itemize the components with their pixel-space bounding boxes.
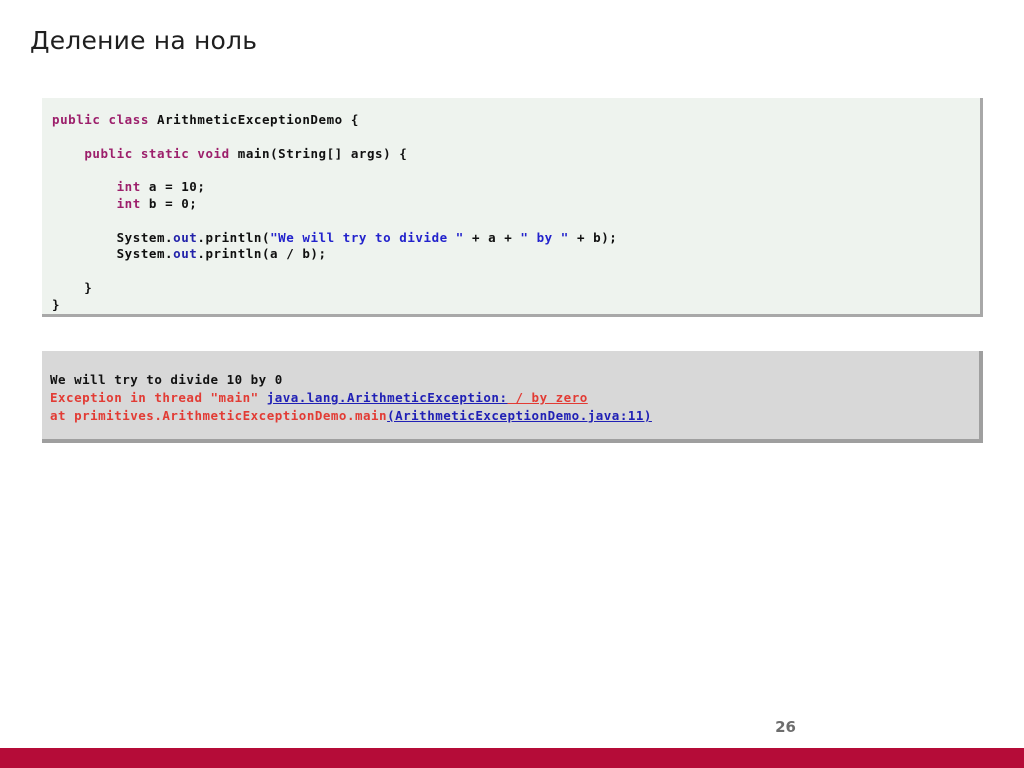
- code-token: void: [197, 145, 238, 161]
- console-lines-container: We will try to divide 10 by 0 Exception i…: [42, 371, 979, 425]
- console-token: Exception in thread "main": [50, 390, 267, 405]
- code-token: + b);: [568, 229, 618, 245]
- code-token: "We will try to divide ": [270, 229, 464, 245]
- code-token: .println(a / b);: [197, 246, 327, 262]
- code-token: " by ": [520, 229, 569, 245]
- code-line: System.out.println(a / b);: [42, 246, 980, 263]
- code-token: .println(: [197, 229, 271, 245]
- code-token: System.: [52, 229, 174, 245]
- code-token: public: [84, 145, 141, 161]
- console-token: / by zero: [507, 390, 588, 405]
- code-token: out: [173, 246, 198, 262]
- footer-accent-bar: [0, 748, 1024, 768]
- code-token: System.: [52, 246, 174, 262]
- code-token: int: [116, 179, 141, 195]
- java-code-block: public class ArithmeticExceptionDemo { p…: [42, 98, 983, 317]
- slide-page-number: 26: [775, 718, 796, 736]
- console-line: We will try to divide 10 by 0: [42, 371, 979, 389]
- page-title: Деление на ноль: [30, 26, 258, 55]
- console-token: (ArithmeticExceptionDemo.java:11): [387, 408, 652, 423]
- code-token: a = 10;: [140, 179, 206, 195]
- code-token: class: [108, 112, 157, 127]
- console-token: We will try to divide 10 by 0: [50, 372, 283, 387]
- code-token: ArithmeticExceptionDemo {: [157, 112, 359, 127]
- code-line: }: [42, 280, 980, 297]
- code-token: + a +: [463, 229, 521, 245]
- code-token: static: [140, 145, 198, 161]
- console-line: Exception in thread "main" java.lang.Ari…: [42, 389, 979, 407]
- code-token: main(String[] args) {: [237, 145, 408, 161]
- console-token: java.lang.ArithmeticException:: [266, 390, 508, 405]
- code-lines-container: public class ArithmeticExceptionDemo { p…: [42, 112, 980, 314]
- code-token: }: [52, 279, 93, 295]
- code-line: public class ArithmeticExceptionDemo {: [42, 112, 980, 129]
- code-line: }: [42, 297, 980, 314]
- code-line: System.out.println("We will try to divid…: [42, 230, 980, 247]
- code-line: int a = 10;: [42, 179, 980, 196]
- console-line: at primitives.ArithmeticExceptionDemo.ma…: [42, 407, 979, 425]
- code-token: }: [52, 296, 61, 312]
- console-output-block: We will try to divide 10 by 0 Exception i…: [42, 351, 983, 443]
- code-token: b = 0;: [140, 195, 198, 211]
- code-line: int b = 0;: [42, 196, 980, 213]
- code-token: out: [173, 229, 198, 245]
- code-line: public static void main(String[] args) {: [42, 146, 980, 163]
- console-token: at primitives.ArithmeticExceptionDemo.ma…: [50, 408, 388, 423]
- code-token: public: [52, 112, 109, 127]
- code-token: int: [116, 195, 141, 211]
